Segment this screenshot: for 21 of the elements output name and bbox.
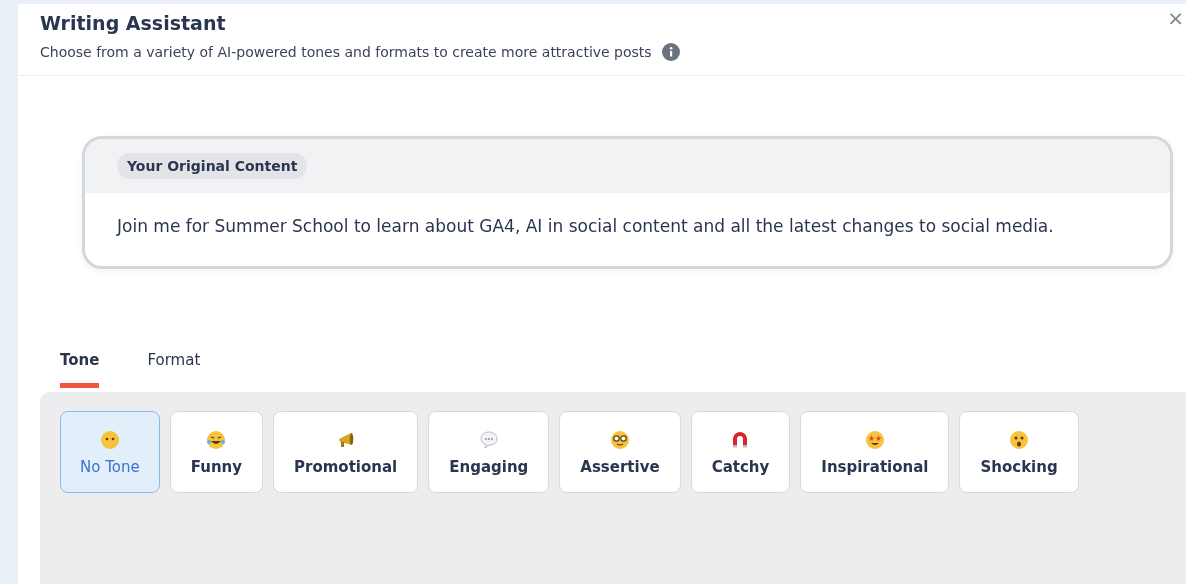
panel-subtitle: Choose from a variety of AI-powered tones and formats to create more attractive posts — [40, 44, 652, 60]
tone-button[interactable]: Engaging — [428, 411, 550, 494]
laughing-face-icon — [206, 430, 227, 451]
tone-button[interactable]: Catchy — [690, 411, 791, 494]
neutral-face-icon — [99, 430, 120, 451]
glasses-face-icon — [610, 430, 630, 451]
panel-title: Writing Assistant — [40, 12, 227, 34]
star-eyes-face-icon — [864, 430, 885, 451]
tone-button[interactable]: Funny — [169, 411, 264, 494]
tone-button[interactable]: Shocking — [959, 411, 1079, 494]
tone-button[interactable]: Inspirational — [800, 411, 950, 494]
speech-bubble-icon — [478, 430, 499, 451]
original-content-label: Your Original Content — [117, 153, 308, 179]
info-icon[interactable] — [661, 43, 680, 61]
tone-button[interactable]: Promotional — [273, 411, 419, 494]
tone-button[interactable]: Assertive — [559, 411, 681, 494]
original-content-text: Join me for Summer School to learn about GA4, AI in social content and all the latest changes to social media. — [115, 215, 1055, 238]
tab[interactable]: Format — [147, 347, 201, 389]
surprised-face-icon — [1009, 430, 1030, 451]
tone-button[interactable]: No Tone — [60, 411, 160, 494]
close-button[interactable]: × — [1167, 6, 1184, 30]
